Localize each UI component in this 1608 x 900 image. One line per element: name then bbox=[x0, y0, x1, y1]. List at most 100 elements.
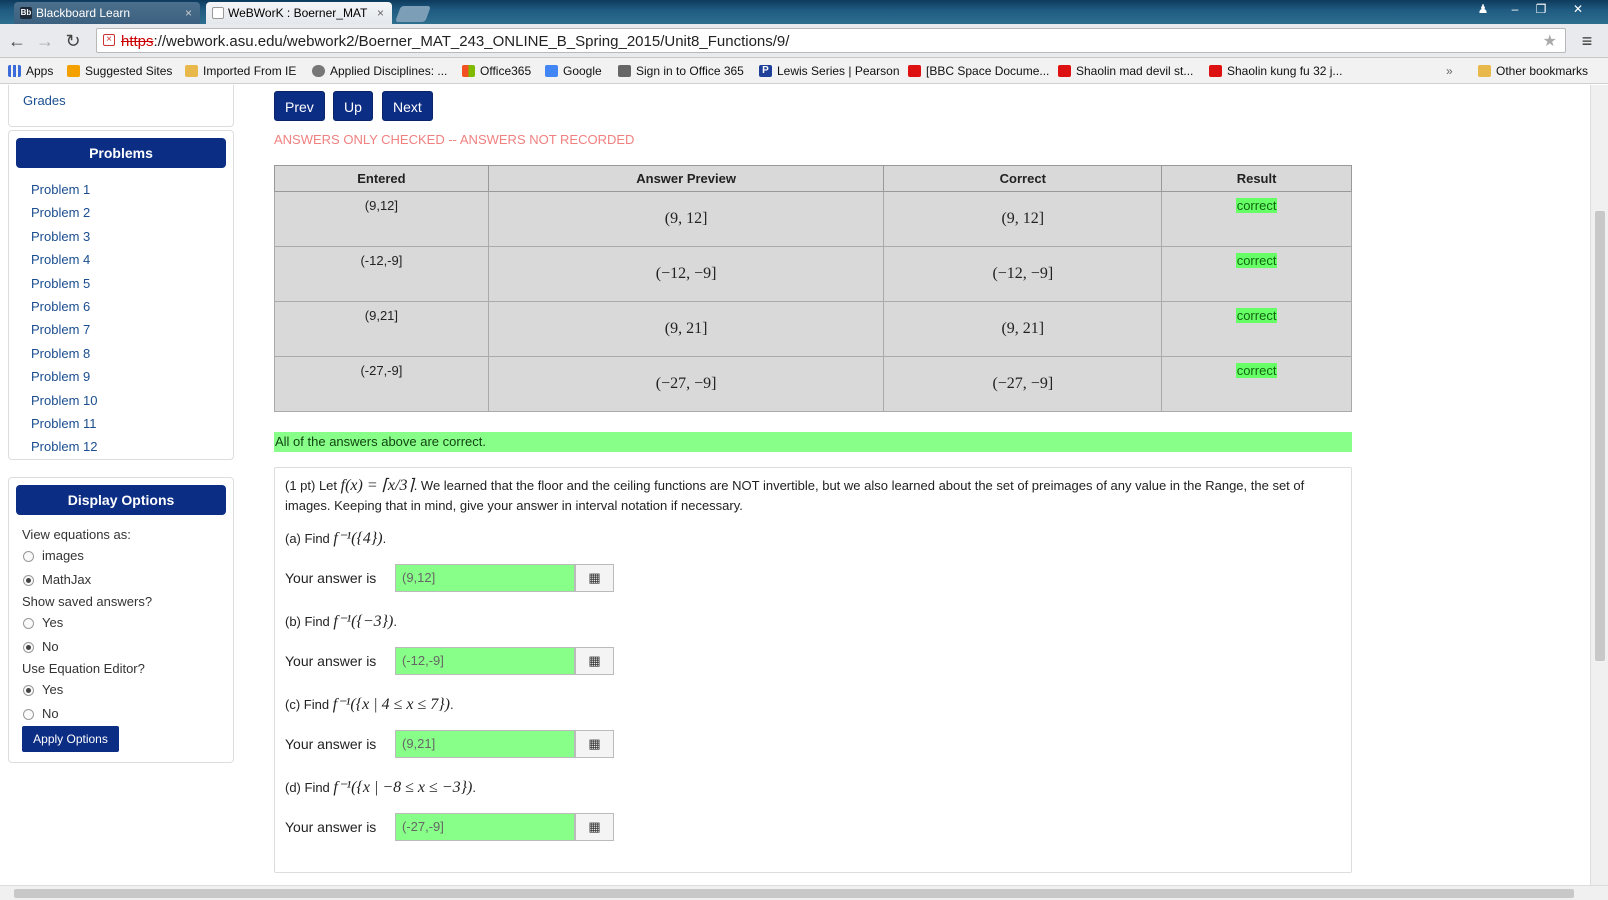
part-c-question: (c) Find f⁻¹({x | 4 ≤ x ≤ 7}). bbox=[285, 696, 454, 713]
bookmark-applied[interactable]: Applied Disciplines: ... bbox=[312, 62, 447, 80]
close-icon[interactable]: × bbox=[185, 2, 192, 24]
correct-cell: (9, 12] bbox=[883, 191, 1163, 247]
equation-editor-icon[interactable]: ▦ bbox=[575, 647, 614, 675]
part-d-answer-row: Your answer is (-27,-9] ▦ bbox=[285, 813, 614, 841]
restore-button[interactable]: ❐ bbox=[1528, 0, 1554, 18]
bookmark-imported[interactable]: Imported From IE bbox=[185, 62, 296, 80]
menu-icon[interactable]: ≡ bbox=[1576, 30, 1598, 52]
apply-options-button[interactable]: Apply Options bbox=[22, 726, 119, 752]
correct-badge: correct bbox=[1235, 308, 1278, 323]
radio-selected-icon bbox=[23, 575, 34, 586]
other-bookmarks[interactable]: Other bookmarks bbox=[1478, 62, 1588, 80]
preview-cell: (−12, −9] bbox=[487, 246, 885, 302]
problem-statement: (1 pt) Let f(x) = ⌈x/3⌉. We learned that… bbox=[285, 477, 1305, 513]
preview-cell: (−27, −9] bbox=[487, 356, 885, 412]
answer-input-a[interactable]: (9,12] bbox=[395, 564, 575, 592]
equation-editor-icon[interactable]: ▦ bbox=[575, 564, 614, 592]
table-row: (9,12] (9, 12] (9, 12] correct bbox=[274, 191, 1352, 247]
answer-input-b[interactable]: (-12,-9] bbox=[395, 647, 575, 675]
saved-yes-radio[interactable]: Yes bbox=[9, 611, 233, 635]
back-icon[interactable]: ← bbox=[6, 30, 28, 52]
answer-input-c[interactable]: (9,21] bbox=[395, 730, 575, 758]
grades-link[interactable]: Grades bbox=[9, 89, 66, 112]
radio-icon bbox=[23, 618, 34, 629]
entered-cell: (-12,-9] bbox=[274, 246, 489, 302]
tab-label: WeBWorK : Boerner_MAT bbox=[228, 6, 368, 20]
bookmark-bbc[interactable]: [BBC Space Docume... bbox=[908, 62, 1049, 80]
show-saved-label: Show saved answers? bbox=[22, 594, 153, 609]
problem-link-4[interactable]: Problem 4 bbox=[9, 248, 233, 271]
vertical-scrollbar[interactable] bbox=[1590, 85, 1608, 885]
saved-no-radio[interactable]: No bbox=[9, 635, 233, 659]
prev-button[interactable]: Prev bbox=[274, 91, 325, 121]
scrollbar-thumb[interactable] bbox=[14, 889, 1574, 898]
minimize-button[interactable]: – bbox=[1502, 0, 1528, 18]
bookmark-star-icon[interactable]: ★ bbox=[1543, 31, 1557, 51]
scrollbar-thumb[interactable] bbox=[1595, 211, 1605, 661]
sign-in-icon bbox=[618, 65, 631, 77]
table-row: (-27,-9] (−27, −9] (−27, −9] correct bbox=[274, 356, 1352, 412]
answer-input-d[interactable]: (-27,-9] bbox=[395, 813, 575, 841]
problem-link-5[interactable]: Problem 5 bbox=[9, 272, 233, 295]
radio-selected-icon bbox=[23, 642, 34, 653]
suggested-sites-icon bbox=[67, 65, 80, 77]
browser-tab-bar: Bb Blackboard Learn × WeBWorK : Boerner_… bbox=[0, 0, 1608, 24]
insecure-https-icon: × bbox=[103, 34, 115, 46]
close-icon[interactable]: × bbox=[377, 2, 384, 24]
next-button[interactable]: Next bbox=[382, 91, 433, 121]
account-links: Grades bbox=[8, 85, 234, 127]
horizontal-scrollbar[interactable] bbox=[0, 885, 1608, 900]
problem-box: (1 pt) Let f(x) = ⌈x/3⌉. We learned that… bbox=[274, 467, 1352, 873]
problem-link-12[interactable]: Problem 12 bbox=[9, 435, 233, 458]
editor-yes-radio[interactable]: Yes bbox=[9, 678, 233, 702]
bookmark-google[interactable]: Google bbox=[545, 62, 602, 80]
bookmark-office365[interactable]: Office365 bbox=[462, 62, 531, 80]
problem-link-6[interactable]: Problem 6 bbox=[9, 295, 233, 318]
view-images-radio[interactable]: images bbox=[9, 544, 233, 568]
bookmark-shaolin-1[interactable]: Shaolin mad devil st... bbox=[1058, 62, 1193, 80]
problem-link-11[interactable]: Problem 11 bbox=[9, 412, 233, 435]
equation-editor-icon[interactable]: ▦ bbox=[575, 730, 614, 758]
site-icon bbox=[312, 65, 325, 77]
bookmarks-overflow[interactable]: » bbox=[1446, 62, 1453, 80]
close-window-button[interactable]: ✕ bbox=[1560, 0, 1596, 18]
bookmark-office-signin[interactable]: Sign in to Office 365 bbox=[618, 62, 744, 80]
address-bar[interactable]: × https://webwork.asu.edu/webwork2/Boern… bbox=[96, 28, 1566, 53]
status-message: ANSWERS ONLY CHECKED -- ANSWERS NOT RECO… bbox=[274, 132, 635, 147]
tab-blackboard[interactable]: Bb Blackboard Learn × bbox=[14, 2, 200, 24]
folder-icon bbox=[1478, 65, 1491, 77]
problem-link-2[interactable]: Problem 2 bbox=[9, 201, 233, 224]
problem-link-10[interactable]: Problem 10 bbox=[9, 389, 233, 412]
display-options-panel: Display Options View equations as: image… bbox=[8, 477, 234, 763]
tab-webwork[interactable]: WeBWorK : Boerner_MAT × bbox=[206, 2, 392, 24]
col-entered: Entered bbox=[274, 165, 489, 192]
entered-cell: (-27,-9] bbox=[274, 356, 489, 412]
bookmark-pearson[interactable]: P Lewis Series | Pearson bbox=[759, 62, 900, 80]
problem-link-3[interactable]: Problem 3 bbox=[9, 225, 233, 248]
correct-cell: (9, 21] bbox=[883, 301, 1163, 357]
view-equations-label: View equations as: bbox=[22, 527, 131, 542]
bookmark-suggested[interactable]: Suggested Sites bbox=[67, 62, 172, 80]
view-mathjax-radio[interactable]: MathJax bbox=[9, 568, 233, 592]
bookmark-shaolin-2[interactable]: Shaolin kung fu 32 j... bbox=[1209, 62, 1342, 80]
equation-editor-label: Use Equation Editor? bbox=[22, 661, 145, 676]
bookmark-apps[interactable]: Apps bbox=[8, 62, 53, 80]
part-a-answer-row: Your answer is (9,12] ▦ bbox=[285, 564, 614, 592]
correct-cell: (−27, −9] bbox=[883, 356, 1163, 412]
problem-list: Problem 1 Problem 2 Problem 3 Problem 4 … bbox=[9, 178, 233, 459]
reload-icon[interactable]: ↻ bbox=[62, 30, 84, 52]
user-icon[interactable]: ♟ bbox=[1470, 0, 1496, 18]
editor-no-radio[interactable]: No bbox=[9, 702, 233, 726]
problem-link-7[interactable]: Problem 7 bbox=[9, 318, 233, 341]
result-cell: correct bbox=[1161, 246, 1352, 302]
problem-link-9[interactable]: Problem 9 bbox=[9, 365, 233, 388]
youtube-icon bbox=[1058, 65, 1071, 77]
forward-icon[interactable]: → bbox=[34, 30, 56, 52]
up-button[interactable]: Up bbox=[333, 91, 373, 121]
problem-link-8[interactable]: Problem 8 bbox=[9, 342, 233, 365]
google-icon bbox=[545, 65, 558, 77]
results-table: Entered Answer Preview Correct Result (9… bbox=[274, 165, 1352, 412]
equation-editor-icon[interactable]: ▦ bbox=[575, 813, 614, 841]
new-tab-button[interactable] bbox=[395, 6, 431, 22]
problem-link-1[interactable]: Problem 1 bbox=[9, 178, 233, 201]
